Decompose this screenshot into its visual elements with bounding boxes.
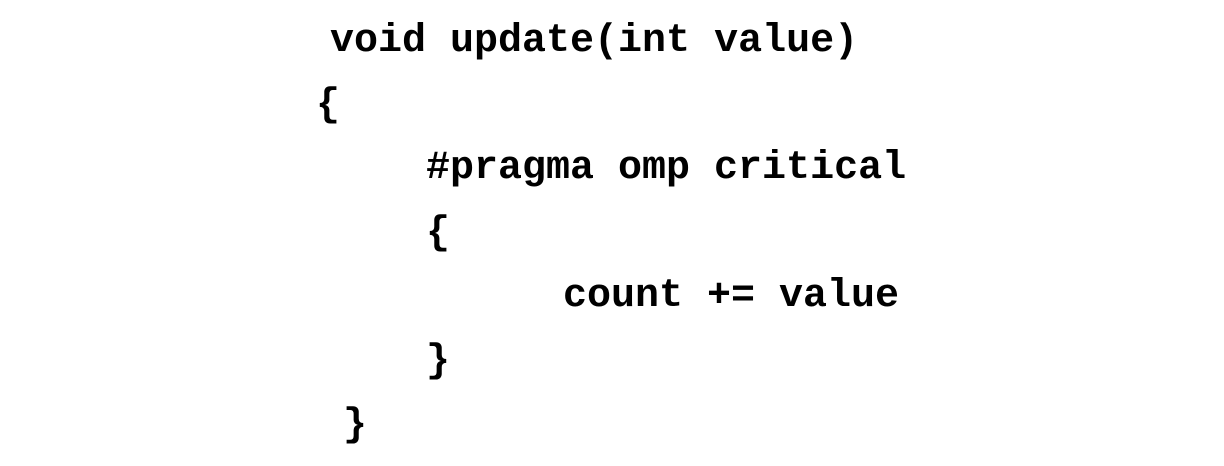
- critical-block-close-brace: }: [426, 339, 451, 384]
- code-block: void update(int value) { #pragma omp cri…: [0, 0, 1224, 466]
- function-close-brace: }: [343, 403, 368, 448]
- pragma-directive-line: #pragma omp critical: [426, 146, 907, 191]
- function-open-brace: {: [316, 83, 341, 128]
- function-signature-line: void update(int value): [330, 19, 859, 64]
- statement-line: count += value: [563, 274, 900, 319]
- critical-block-open-brace: {: [426, 211, 451, 256]
